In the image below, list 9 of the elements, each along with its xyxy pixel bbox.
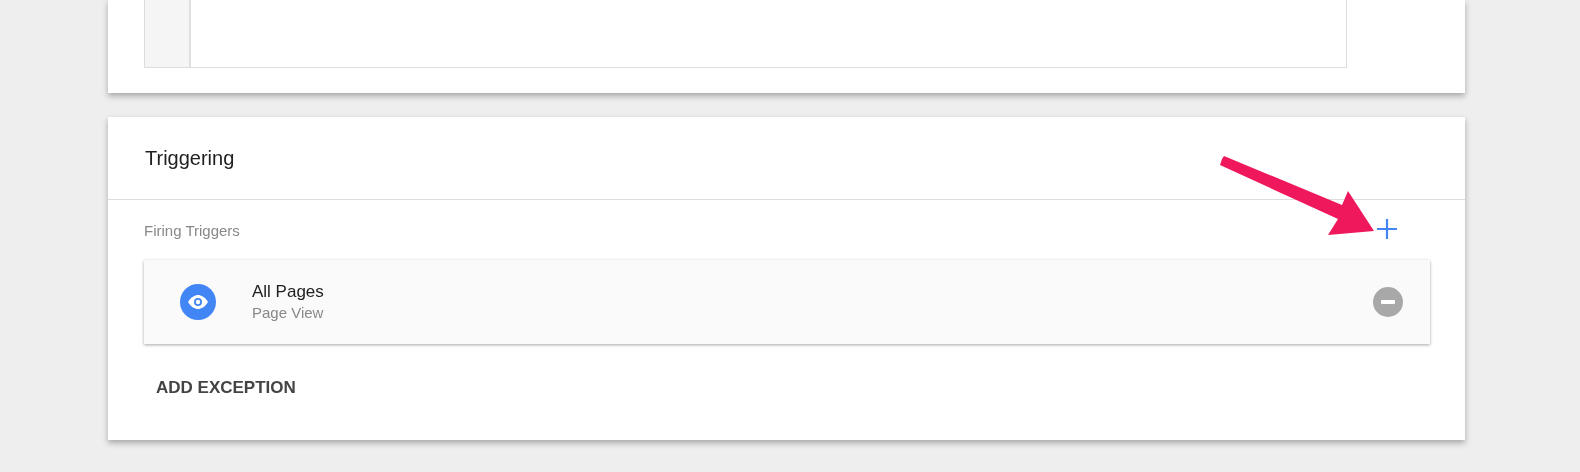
- section-title: Triggering: [145, 146, 235, 170]
- remove-button[interactable]: [1373, 287, 1403, 317]
- eye-icon: [180, 284, 216, 320]
- minus-circle-icon: [1373, 287, 1403, 317]
- section-subtitle: Firing Triggers: [144, 221, 240, 239]
- trigger-type: Page View: [252, 303, 325, 323]
- add-exception-button[interactable]: ADD EXCEPTION: [144, 368, 308, 408]
- plus-icon: [1376, 217, 1398, 240]
- trigger-name[interactable]: All Pages: [252, 281, 1373, 303]
